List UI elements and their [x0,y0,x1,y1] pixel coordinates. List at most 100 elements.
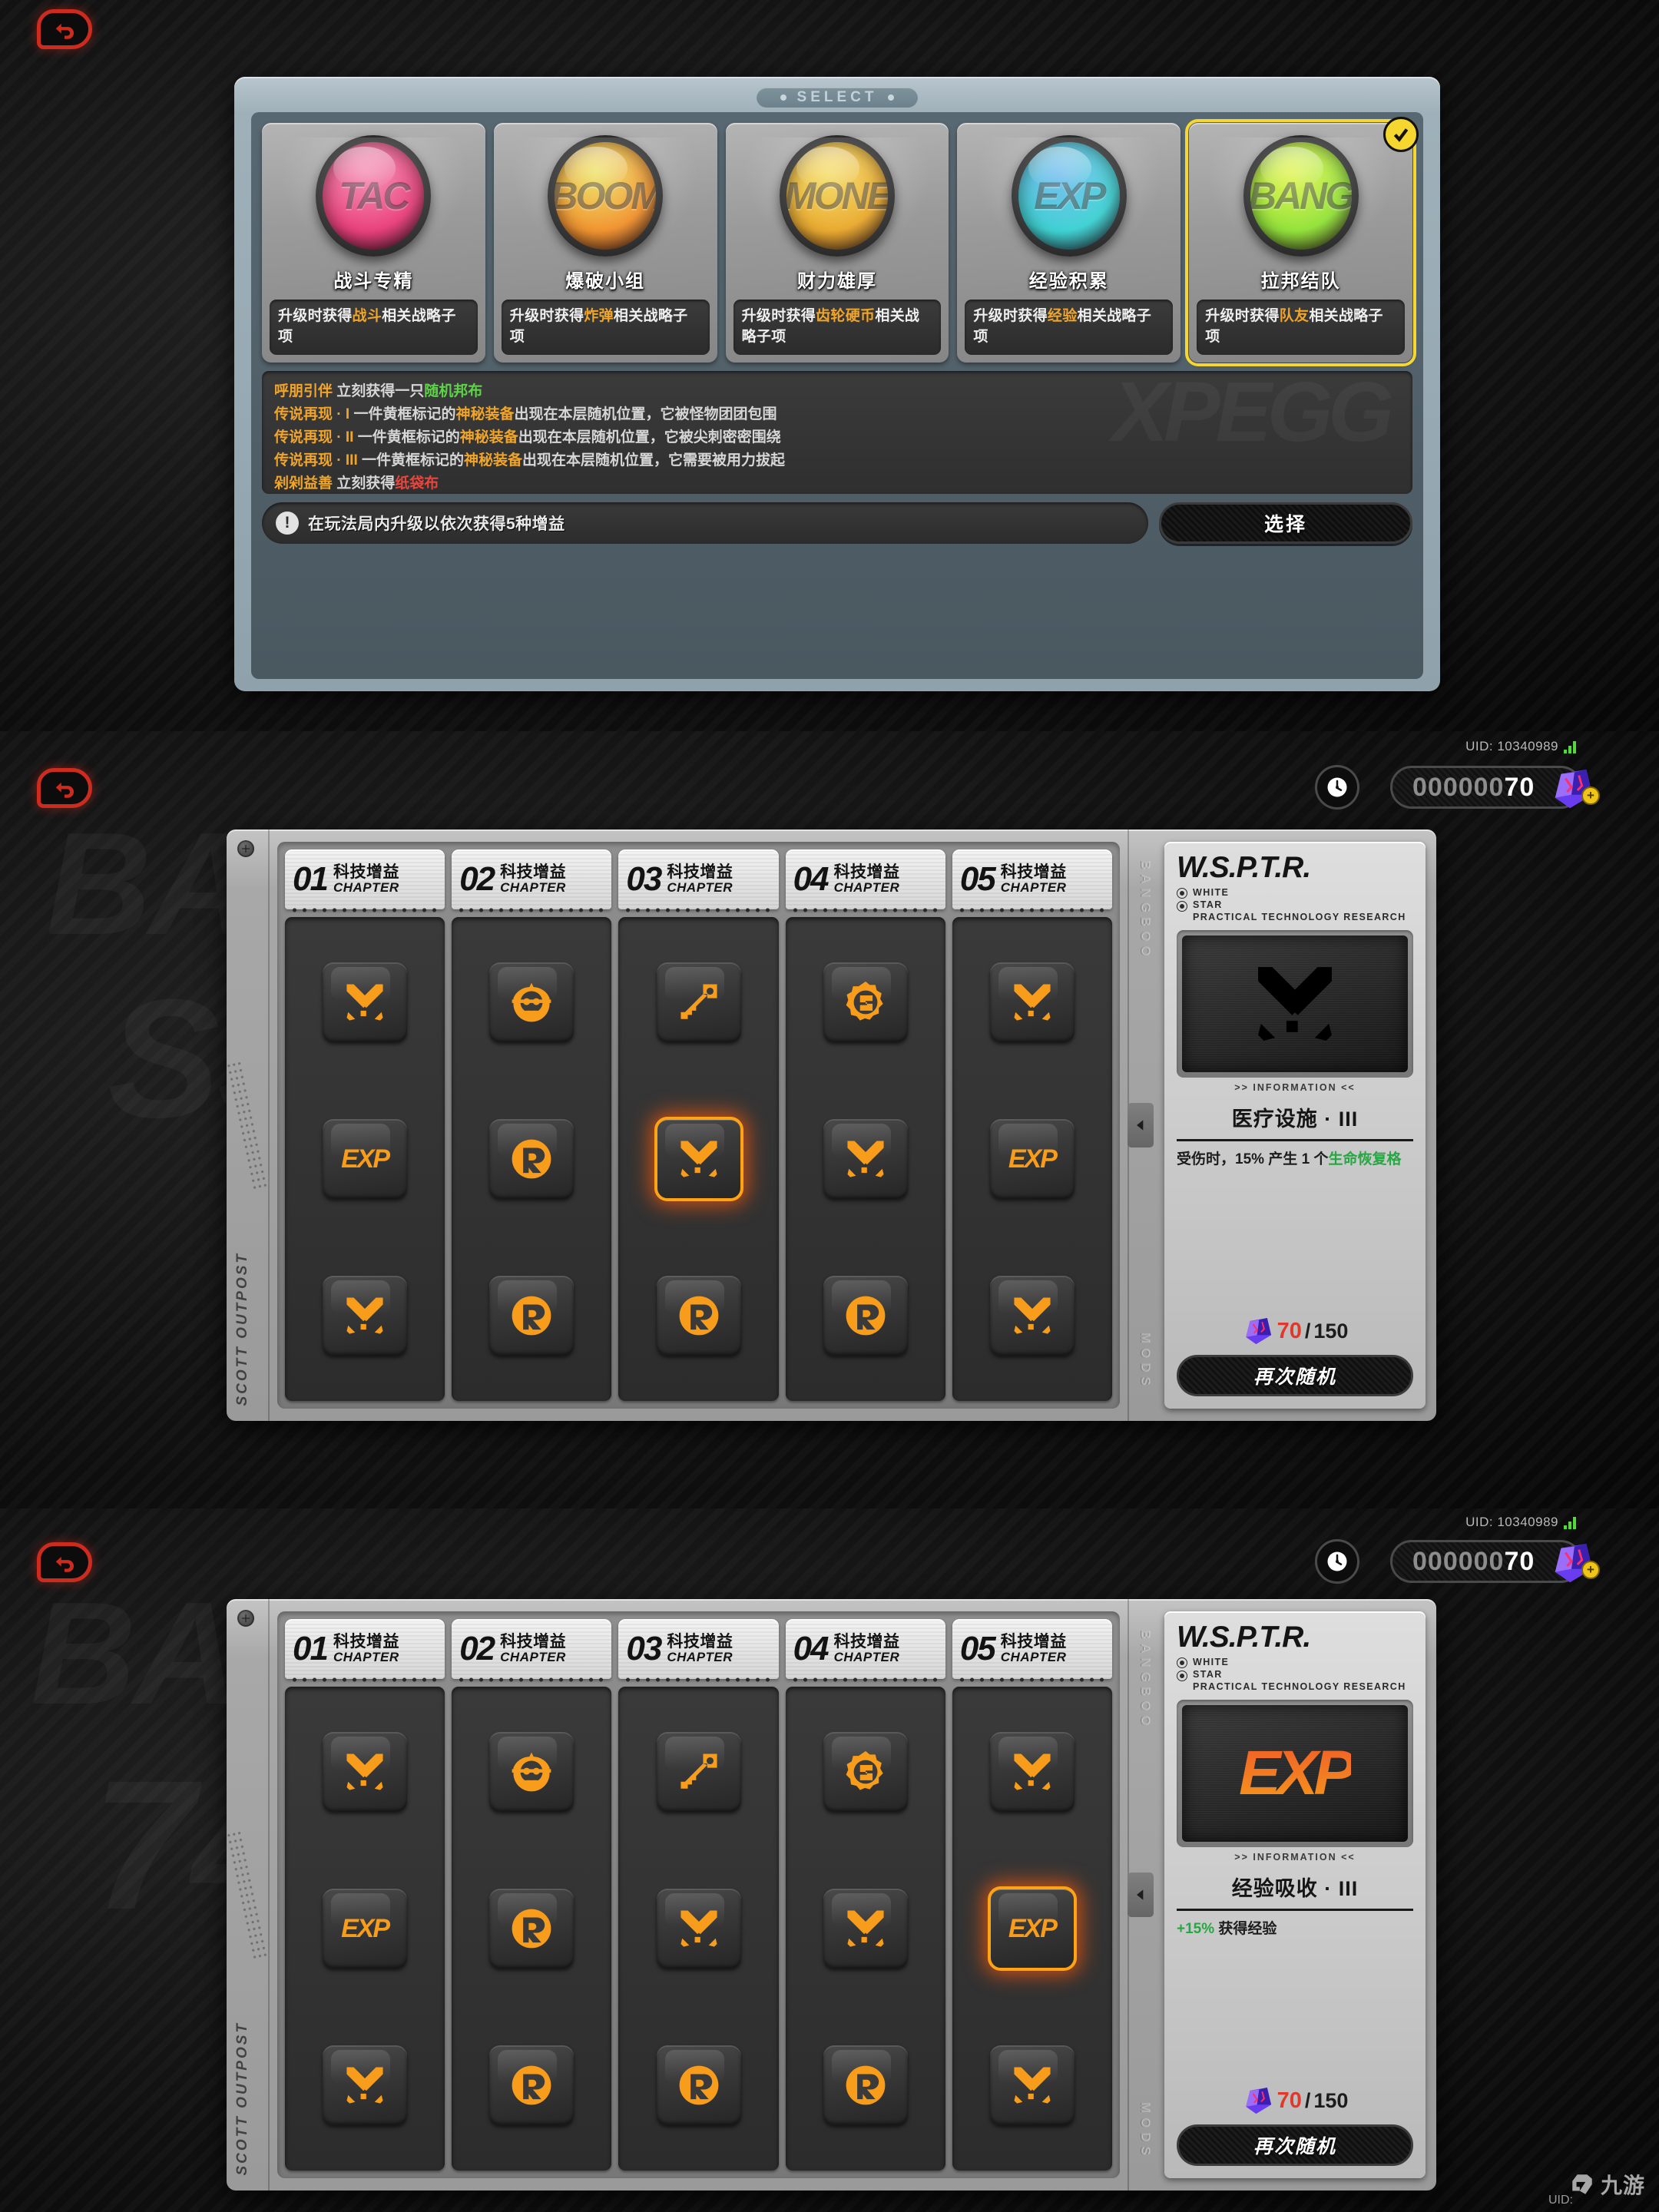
mod-slot-c2-r1[interactable] [489,962,575,1042]
mod-spacer [1177,1171,1413,1315]
chapter-header-1[interactable]: 01 科技增益 CHAPTER [285,849,445,913]
chapter-column-4: 04 科技增益 CHAPTER [785,1619,945,2171]
currency-pill-a[interactable]: 00000070 + [1390,766,1600,809]
perforation-decor [225,1059,268,1191]
rail-left-b: SCOTT OUTPOST [225,1599,270,2190]
screw-icon [237,840,254,857]
gem-icon-cost [1245,2087,1271,2114]
mod-slot-c3-r2[interactable] [654,1117,743,1201]
mod-slot-c3-r3[interactable] [656,2045,741,2125]
select-confirm-button[interactable]: 选择 [1159,502,1412,544]
buff-list-row-5: 剁剁益善 立刻获得纸袋布 [274,472,1400,494]
slot-column-3 [618,917,779,1401]
reroll-button[interactable]: 再次随机 [1177,1355,1413,1396]
mod-slot-c2-r1[interactable] [489,1732,575,1812]
buff-row-name: 剁剁益善 [274,475,333,492]
mod-spacer [1177,1940,1413,2085]
mod-slot-c5-r3[interactable] [989,2045,1075,2125]
slot-column-1: EXP [285,917,445,1401]
mod-slot-c3-r1[interactable] [656,1732,741,1812]
buff-card-3[interactable]: MONE 财力雄厚 升级时获得齿轮硬币相关战略子项 [725,123,949,363]
mod-slot-c4-r2[interactable] [823,1119,908,1199]
mod-slot-c5-r3[interactable] [989,1276,1075,1356]
mod-slot-c4-r1[interactable] [823,962,908,1042]
add-currency-icon-a[interactable]: + [1581,786,1600,805]
add-currency-icon-b[interactable]: + [1581,1561,1600,1579]
mod-slot-c1-r1[interactable] [323,1732,408,1812]
exp-icon: EXP [1238,1738,1356,1808]
back-button[interactable] [37,9,92,49]
mod-slot-c2-r2[interactable] [489,1119,575,1199]
wsptr-marks-icon [1177,1656,1187,1693]
mod-slot-c3-r2[interactable] [656,1889,741,1969]
uid-display-a: UID: 10340989 [1465,739,1576,754]
rail-right-bottom-label: MODS [1138,2102,1153,2160]
rail-right-top-label: BANGBOO [1138,860,1153,961]
mod-slot-c4-r3[interactable] [823,2045,908,2125]
mod-slot-c2-r3[interactable] [489,2045,575,2125]
reroll-button[interactable]: 再次随机 [1177,2124,1413,2166]
chapter-header-2[interactable]: 02 科技增益 CHAPTER [452,1619,611,1683]
mod-slot-c2-r3[interactable] [489,1276,575,1356]
r-circle-icon [679,1296,718,1336]
chapter-label-en: CHAPTER [500,1650,566,1665]
chapter-header-2[interactable]: 02 科技增益 CHAPTER [452,849,611,913]
mod-slot-c5-r1[interactable] [989,1732,1075,1812]
mod-slot-c5-r2[interactable]: EXP [987,1886,1077,1971]
mod-slot-c3-r1[interactable] [656,962,741,1042]
slot-column-5: EXP [952,1687,1113,2171]
buff-row-text: 立刻获得 [333,475,396,492]
buff-card-1[interactable]: TAC 战斗专精 升级时获得战斗相关战略子项 [262,123,485,363]
back-button-a[interactable] [37,768,92,808]
select-title-pill: SELECT [757,88,918,108]
mod-slot-c5-r1[interactable] [989,962,1075,1042]
chevron-left-icon [1137,1889,1144,1900]
buff-row-name: 传说再现 · III [274,452,358,469]
mod-slot-c3-r3[interactable] [656,1276,741,1356]
mod-slot-c1-r3[interactable] [323,1276,408,1356]
chapter-header-4[interactable]: 04 科技增益 CHAPTER [786,849,945,913]
mod-slot-c4-r2[interactable] [823,1889,908,1969]
mod-info-card-b: W.S.P.T.R. WHITE STAR PRACTICAL TECHNOLOGY… [1164,1611,1426,2178]
mod-slot-c1-r1[interactable] [323,962,408,1042]
buff-card-4[interactable]: EXP 经验积累 升级时获得经验相关战略子项 [957,123,1181,363]
back-button-b[interactable] [37,1542,92,1582]
wsptr-sub-lines: WHITE STAR PRACTICAL TECHNOLOGY RESEARCH [1193,887,1406,922]
chapter-header-5[interactable]: 05 科技增益 CHAPTER [952,1619,1112,1683]
clock-button-a[interactable] [1315,765,1359,810]
buff-cards-row: TAC 战斗专精 升级时获得战斗相关战略子项 BOOM 爆破小组 升级时获得炸弹… [262,117,1419,366]
jiuyou-watermark: 九游 [1569,2169,1645,2200]
chapter-header-3[interactable]: 03 科技增益 CHAPTER [618,1619,778,1683]
buff-card-5[interactable]: BANG 拉邦结队 升级时获得队友相关战略子项 [1185,117,1419,366]
buff-card-2[interactable]: BOOM 爆破小组 升级时获得炸弹相关战略子项 [493,123,717,363]
chapter-header-1[interactable]: 01 科技增益 CHAPTER [285,1619,445,1683]
chapter-number: 02 [459,1630,495,1667]
chapter-header-5[interactable]: 05 科技增益 CHAPTER [952,849,1112,913]
chapter-label-en: CHAPTER [667,880,733,896]
select-title-text: SELECT [796,89,878,105]
chapter-header-4[interactable]: 04 科技增益 CHAPTER [786,1619,945,1683]
mod-slot-c4-r1[interactable] [823,1732,908,1812]
mod-slot-c4-r3[interactable] [823,1276,908,1356]
mod-slot-c1-r2[interactable]: EXP [323,1889,408,1969]
mod-preview-screen: EXP [1182,1705,1408,1842]
buff-row-name: 传说再现 · II [274,429,354,446]
reroll-cost-row: 70 / 150 [1177,1315,1413,1347]
chapter-column-2: 02 科技增益 CHAPTER [452,1619,612,2171]
chapter-label-en: CHAPTER [333,880,399,896]
mod-slot-c2-r2[interactable] [489,1889,575,1969]
mod-slot-c5-r2[interactable]: EXP [989,1119,1075,1199]
mod-title: 经验吸收 · III [1231,1877,1359,1900]
collapse-arrow-button[interactable] [1128,1103,1154,1147]
clock-button-b[interactable] [1315,1539,1359,1584]
mod-slot-c1-r3[interactable] [323,2045,408,2125]
mod-slot-c1-r2[interactable]: EXP [323,1119,408,1199]
chapter-header-3[interactable]: 03 科技增益 CHAPTER [618,849,778,913]
wsptr-marks-icon [1177,886,1187,923]
chapter-column-3: 03 科技增益 CHAPTER [618,1619,779,2171]
exp-icon: EXP [341,1913,390,1943]
rail-left-a: SCOTT OUTPOST [225,830,270,1421]
hint-pill: ! 在玩法局内升级以依次获得5种增益 [262,502,1148,544]
currency-pill-b[interactable]: 00000070 + [1390,1540,1600,1583]
collapse-arrow-button[interactable] [1128,1873,1154,1917]
